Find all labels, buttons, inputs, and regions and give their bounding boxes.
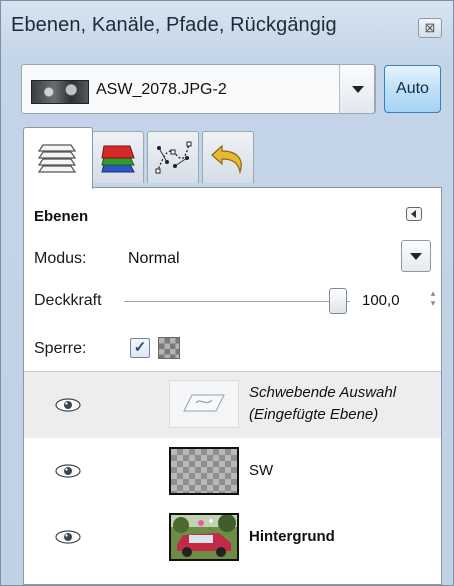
opacity-spinner[interactable]: ▴ ▾	[429, 288, 437, 314]
layer-row-hintergrund[interactable]: Hintergrund	[24, 504, 441, 570]
tab-undo-history[interactable]	[202, 131, 254, 183]
paths-icon	[155, 141, 192, 173]
lock-label: Sperre:	[34, 340, 87, 357]
close-button[interactable]: ⊠	[418, 18, 442, 38]
opacity-label: Deckkraft	[34, 292, 102, 309]
opacity-slider-handle[interactable]	[329, 288, 347, 314]
tab-paths[interactable]	[147, 131, 199, 183]
channels-icon	[101, 145, 135, 172]
floating-selection-icon	[169, 380, 239, 428]
transparent-checker	[169, 447, 239, 495]
lock-alpha-toggle[interactable]	[158, 337, 180, 359]
lock-pixels-checkbox[interactable]: ✓	[130, 338, 150, 358]
spin-down-icon: ▾	[430, 298, 436, 308]
image-thumbnail	[31, 80, 89, 104]
image-name: ASW_2078.JPG-2	[96, 81, 227, 98]
mode-select-value[interactable]: Normal	[128, 250, 180, 268]
tab-layers[interactable]	[23, 127, 93, 189]
opacity-slider-track[interactable]	[124, 301, 350, 302]
opacity-value[interactable]: 100,0	[362, 292, 400, 309]
undo-history-icon	[211, 144, 242, 174]
layer-row-floating-selection[interactable]: Schwebende Auswahl (Eingefügte Ebene)	[24, 372, 441, 438]
mode-label: Modus:	[34, 250, 87, 267]
checkmark-icon: ✓	[133, 339, 147, 356]
dialog-titlebar: Ebenen, Kanäle, Pfade, Rückgängig ⊠	[1, 1, 453, 47]
image-selector[interactable]: ASW_2078.JPG-2	[21, 64, 376, 114]
auto-button[interactable]: Auto	[384, 65, 441, 113]
eye-icon[interactable]	[54, 463, 82, 479]
layer-list: Schwebende Auswahl (Eingefügte Ebene) SW	[24, 371, 441, 585]
layer-name: Schwebende Auswahl	[249, 384, 397, 401]
spin-up-icon: ▴	[430, 288, 436, 298]
layer-name: SW	[249, 462, 274, 479]
close-icon: ⊠	[424, 20, 436, 35]
photo-thumbnail	[169, 513, 239, 561]
layer-row-sw[interactable]: SW	[24, 438, 441, 504]
layers-dialog-window: Ebenen, Kanäle, Pfade, Rückgängig ⊠ ASW_…	[0, 0, 454, 586]
layers-panel: Ebenen Modus: Normal Deckkraft 100,0 ▴ ▾…	[23, 187, 442, 585]
layers-icon	[37, 143, 77, 173]
layer-name-subtitle: (Eingefügte Ebene)	[249, 406, 379, 423]
chevron-down-icon	[352, 86, 364, 93]
dialog-title: Ebenen, Kanäle, Pfade, Rückgängig	[11, 14, 337, 36]
layer-name: Hintergrund	[249, 528, 335, 545]
tab-channels[interactable]	[92, 131, 144, 183]
image-selector-dropdown-button[interactable]	[339, 64, 375, 114]
chevron-down-icon	[410, 253, 422, 260]
panel-title: Ebenen	[34, 208, 89, 225]
eye-icon[interactable]	[54, 397, 82, 413]
eye-icon[interactable]	[54, 529, 82, 545]
panel-menu-button[interactable]	[406, 207, 422, 221]
mode-dropdown-button[interactable]	[401, 240, 431, 272]
